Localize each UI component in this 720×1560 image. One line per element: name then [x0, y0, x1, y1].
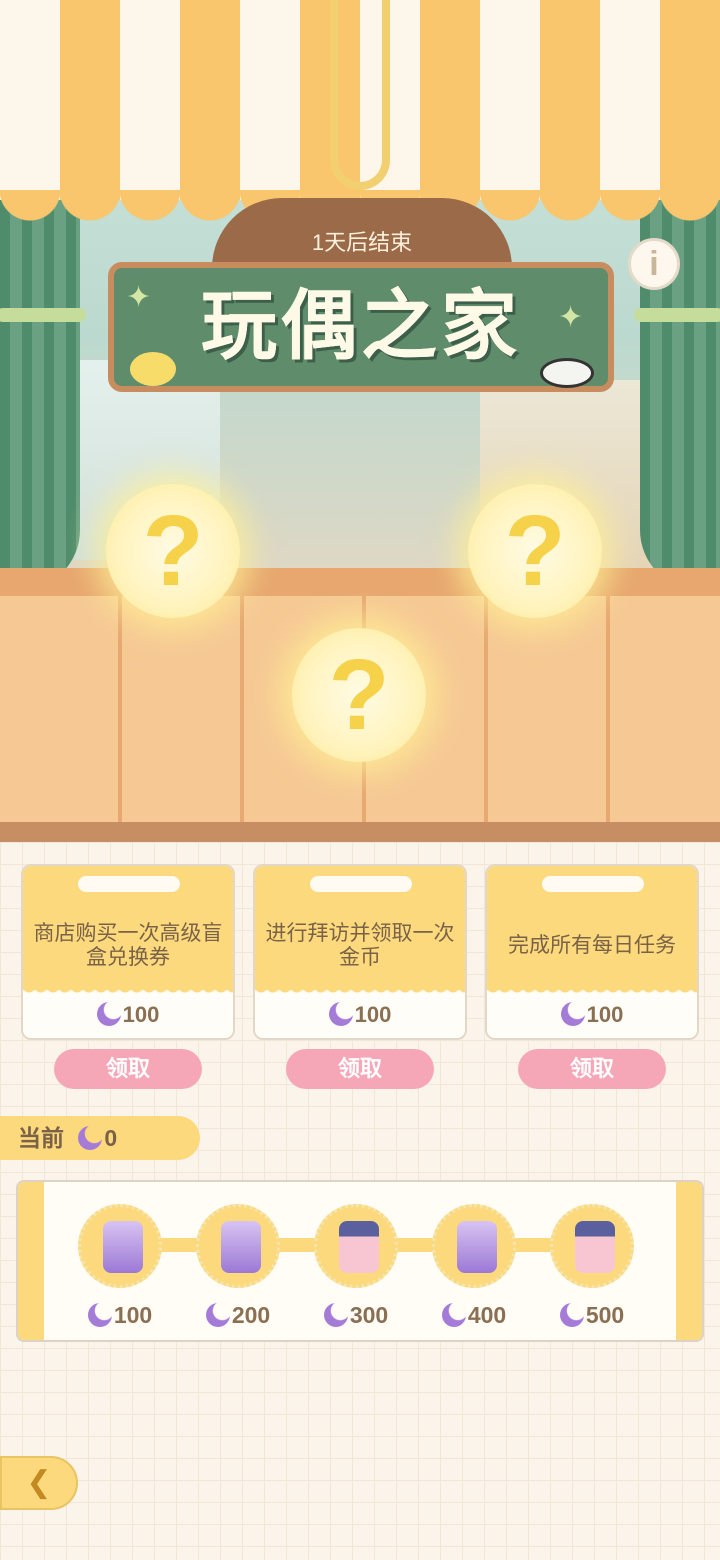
milestone-label: 200 [188, 1302, 288, 1329]
task-reward: 100 [255, 1002, 465, 1028]
moon-icon [441, 1303, 466, 1327]
left-curtain [0, 170, 80, 590]
moon-icon [323, 1303, 348, 1327]
milestone-label: 300 [306, 1302, 406, 1329]
task-card: 完成所有每日任务 100 [485, 864, 699, 1040]
track-left-border [18, 1182, 44, 1340]
event-sign: 玩偶之家 [108, 262, 614, 392]
question-mark-icon: ? [328, 639, 390, 751]
moon-icon [560, 1002, 585, 1026]
info-button[interactable]: i [628, 238, 680, 290]
left-curtain-tie [0, 308, 86, 322]
milestone-value: 500 [585, 1302, 625, 1328]
task-card-header: 完成所有每日任务 [487, 866, 697, 996]
moon-icon [205, 1303, 230, 1327]
task-reward-value: 100 [354, 1002, 392, 1027]
chick-mascot [130, 352, 176, 386]
moon-icon [96, 1002, 121, 1026]
claim-button[interactable]: 领取 [518, 1049, 666, 1089]
mystery-slot-3[interactable]: ? [292, 628, 426, 762]
task-card: 进行拜访并领取一次金币 100 [253, 864, 467, 1040]
hourglass-icon [457, 1221, 497, 1273]
right-curtain-tie [634, 308, 720, 322]
task-description: 商店购买一次高级盲盒兑换券 [33, 922, 223, 969]
milestone-reward[interactable] [432, 1204, 516, 1288]
task-reward: 100 [23, 1002, 233, 1028]
task-card-header: 进行拜访并领取一次金币 [255, 866, 465, 996]
question-mark-icon: ? [504, 495, 566, 607]
milestone-reward[interactable] [550, 1204, 634, 1288]
sparkle-icon: ✦ [558, 301, 584, 334]
hourglass-icon [103, 1221, 143, 1273]
ticket-icon [339, 1221, 379, 1273]
event-scene: 1天后结束 玩偶之家 ✦ ✦ i ? ? ? [0, 0, 720, 842]
task-card-header: 商店购买一次高级盲盒兑换券 [23, 866, 233, 996]
sparkle-icon: ✦ [126, 281, 152, 314]
task-description: 进行拜访并领取一次金币 [265, 922, 455, 969]
moon-icon [559, 1303, 584, 1327]
milestone-track: 100 200 300 400 500 [16, 1180, 704, 1342]
info-icon: i [649, 245, 659, 283]
right-curtain [640, 170, 720, 590]
milestone-value: 100 [113, 1302, 153, 1328]
task-reward-value: 100 [122, 1002, 160, 1027]
milestone-reward[interactable] [196, 1204, 280, 1288]
back-button[interactable]: ❮ [0, 1456, 78, 1510]
milestone-reward[interactable] [78, 1204, 162, 1288]
task-description: 完成所有每日任务 [508, 934, 676, 957]
sign-header: 1天后结束 [212, 198, 512, 268]
current-label: 当前 [18, 1125, 64, 1151]
moon-icon [328, 1002, 353, 1026]
floor-edge [0, 822, 720, 842]
task-reward: 100 [487, 1002, 697, 1028]
milestone-label: 100 [70, 1302, 170, 1329]
question-mark-icon: ? [142, 495, 204, 607]
milestone-value: 200 [231, 1302, 271, 1328]
milestone-value: 300 [349, 1302, 389, 1328]
task-card-tab [310, 876, 412, 892]
panda-mascot [540, 358, 594, 388]
task-card: 商店购买一次高级盲盒兑换券 100 [21, 864, 235, 1040]
milestone-value: 400 [467, 1302, 507, 1328]
mystery-slot-1[interactable]: ? [106, 484, 240, 618]
hourglass-icon [221, 1221, 261, 1273]
track-right-border [676, 1182, 702, 1340]
task-card-tab [542, 876, 644, 892]
claim-button[interactable]: 领取 [286, 1049, 434, 1089]
ticket-icon [575, 1221, 615, 1273]
moon-icon [78, 1126, 103, 1150]
task-card-tab [78, 876, 180, 892]
mystery-slot-2[interactable]: ? [468, 484, 602, 618]
shop-counter [0, 568, 720, 596]
claim-button[interactable]: 领取 [54, 1049, 202, 1089]
back-arrow-icon: ❮ [26, 1466, 52, 1499]
event-end-text: 1天后结束 [311, 230, 413, 255]
current-balance: 当前 0 [0, 1116, 200, 1160]
event-title: 玩偶之家 [201, 284, 521, 369]
milestone-label: 500 [542, 1302, 642, 1329]
current-value: 0 [104, 1125, 118, 1151]
task-reward-value: 100 [586, 1002, 624, 1027]
milestone-reward[interactable] [314, 1204, 398, 1288]
milestone-label: 400 [424, 1302, 524, 1329]
moon-icon [87, 1303, 112, 1327]
sign-rope [330, 0, 390, 190]
